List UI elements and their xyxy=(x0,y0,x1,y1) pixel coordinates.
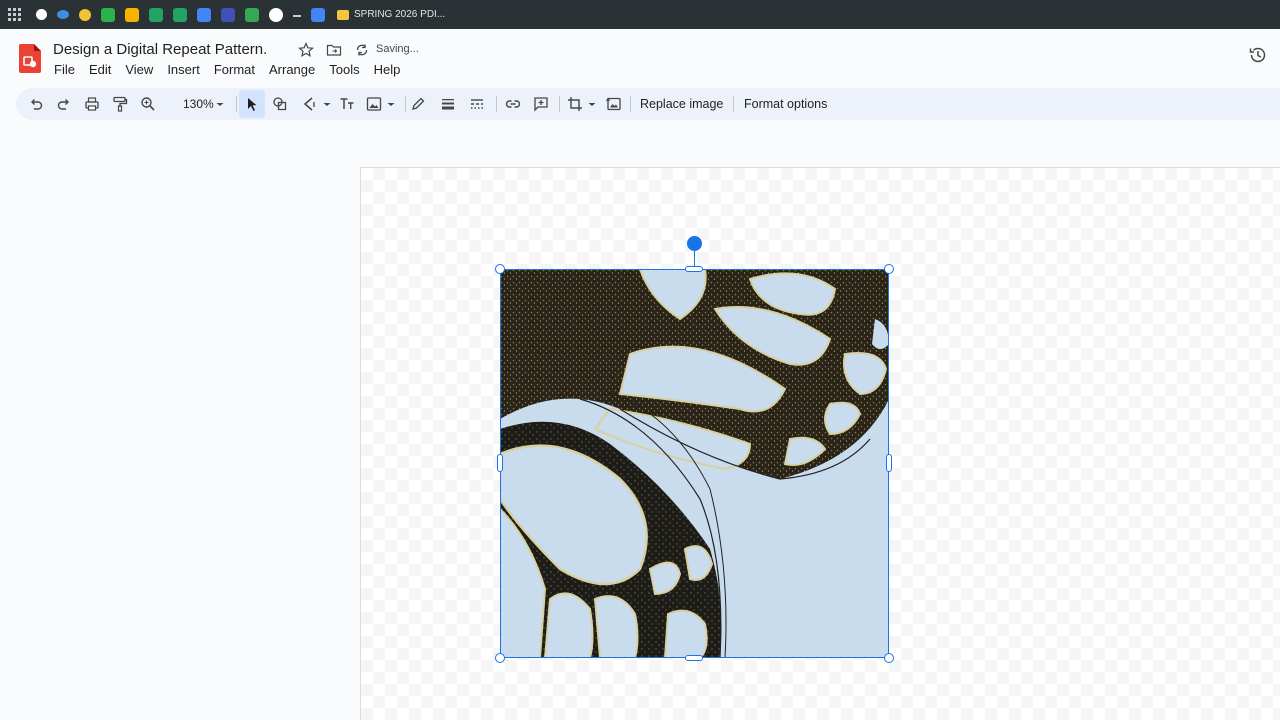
replace-image-button[interactable]: Replace image xyxy=(640,97,723,111)
paint-format-icon[interactable] xyxy=(111,95,129,113)
menu-insert[interactable]: Insert xyxy=(167,62,200,77)
toolbar-divider xyxy=(405,96,406,112)
sheets-icon[interactable] xyxy=(149,7,163,22)
toolbar-divider xyxy=(630,96,631,112)
resize-handle-top[interactable] xyxy=(685,266,703,272)
bookmarks-bar: SPRING 2026 PDI... xyxy=(0,0,1280,29)
zoom-icon[interactable] xyxy=(139,95,157,113)
pen-icon[interactable] xyxy=(409,95,427,113)
bookmark-folder-label: SPRING 2026 PDI... xyxy=(354,9,446,20)
bookmark-folder[interactable]: SPRING 2026 PDI... xyxy=(337,9,445,20)
line-dash-icon[interactable] xyxy=(468,95,486,113)
resize-handle-bottom-right[interactable] xyxy=(884,653,894,663)
menu-arrange[interactable]: Arrange xyxy=(269,62,315,77)
dash-icon[interactable] xyxy=(293,14,301,17)
butterfly-wing-artwork xyxy=(500,269,889,658)
drawings-logo-icon[interactable] xyxy=(19,44,41,73)
chrome-icon[interactable] xyxy=(79,8,91,21)
line-icon[interactable] xyxy=(300,95,318,113)
shape-icon[interactable] xyxy=(271,95,289,113)
forms-icon[interactable] xyxy=(221,7,235,22)
menu-format[interactable]: Format xyxy=(214,62,255,77)
toolbar-divider xyxy=(733,96,734,112)
classroom-icon[interactable] xyxy=(125,7,139,22)
zoom-level[interactable]: 130% xyxy=(183,97,214,111)
select-icon[interactable] xyxy=(243,95,261,113)
menu-bar: File Edit View Insert Format Arrange Too… xyxy=(54,62,414,77)
save-status: Saving... xyxy=(376,43,419,55)
crop-icon[interactable] xyxy=(566,95,584,113)
zoom-dropdown-icon[interactable] xyxy=(211,95,229,113)
toolbar-divider xyxy=(559,96,560,112)
resize-handle-bottom-left[interactable] xyxy=(495,653,505,663)
cloud-icon[interactable] xyxy=(57,10,69,19)
resize-handle-top-left[interactable] xyxy=(495,264,505,274)
toolbar: 130% Replace image Format options xyxy=(16,88,1280,120)
resize-handle-top-right[interactable] xyxy=(884,264,894,274)
menu-edit[interactable]: Edit xyxy=(89,62,111,77)
move-to-folder-icon[interactable] xyxy=(326,42,342,58)
link-icon[interactable] xyxy=(504,95,522,113)
docs-icon[interactable] xyxy=(197,7,211,22)
image-dropdown-icon[interactable] xyxy=(382,95,400,113)
android-icon[interactable] xyxy=(101,7,115,22)
rotate-handle-icon[interactable] xyxy=(687,236,702,251)
docs-icon-2[interactable] xyxy=(311,7,325,22)
resize-handle-bottom[interactable] xyxy=(685,655,703,661)
line-weight-icon[interactable] xyxy=(439,95,457,113)
toolbar-divider xyxy=(496,96,497,112)
toolbar-divider xyxy=(236,96,237,112)
undo-icon[interactable] xyxy=(27,95,45,113)
sheets-icon-2[interactable] xyxy=(173,7,187,22)
menu-tools[interactable]: Tools xyxy=(329,62,359,77)
redo-icon[interactable] xyxy=(55,95,73,113)
google-icon[interactable] xyxy=(269,7,283,22)
menu-help[interactable]: Help xyxy=(374,62,401,77)
text-box-icon[interactable] xyxy=(338,95,356,113)
resize-handle-right[interactable] xyxy=(886,454,892,472)
menu-file[interactable]: File xyxy=(54,62,75,77)
photos-icon[interactable] xyxy=(245,7,259,22)
menu-view[interactable]: View xyxy=(125,62,153,77)
reset-image-icon[interactable] xyxy=(605,95,623,113)
version-history-icon[interactable] xyxy=(1248,45,1268,65)
crop-dropdown-icon[interactable] xyxy=(583,95,601,113)
format-options-button[interactable]: Format options xyxy=(744,97,827,111)
title-bar: Design a Digital Repeat Pattern. Saving.… xyxy=(0,29,1280,85)
butterfly-wing-image[interactable] xyxy=(500,269,889,658)
circle-app-icon[interactable] xyxy=(36,9,47,20)
apps-grid-icon[interactable] xyxy=(8,7,22,22)
line-dropdown-icon[interactable] xyxy=(318,95,336,113)
resize-handle-left[interactable] xyxy=(497,454,503,472)
document-title[interactable]: Design a Digital Repeat Pattern. xyxy=(53,41,267,58)
sync-icon xyxy=(356,44,368,56)
image-icon[interactable] xyxy=(365,95,383,113)
folder-icon xyxy=(337,9,349,20)
print-icon[interactable] xyxy=(83,95,101,113)
star-icon[interactable] xyxy=(298,42,314,58)
comment-icon[interactable] xyxy=(532,95,550,113)
